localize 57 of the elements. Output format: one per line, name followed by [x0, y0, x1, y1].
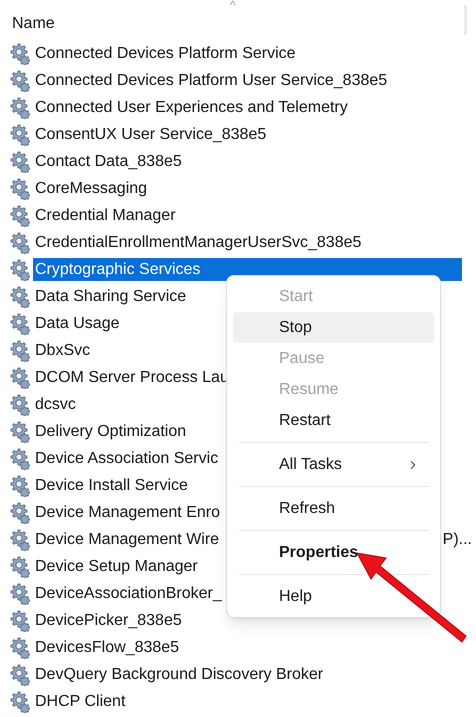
service-name[interactable]: Device Association Servic [33, 447, 218, 470]
gears-icon [9, 124, 31, 146]
service-name-end: P)... [442, 530, 472, 550]
gears-icon [9, 178, 31, 200]
service-name[interactable]: Credential Manager [33, 204, 176, 227]
gears-icon [9, 582, 31, 604]
menu-item[interactable]: Properties [233, 537, 434, 568]
service-name[interactable]: Device Install Service [33, 474, 188, 497]
gears-icon [9, 42, 31, 64]
menu-item[interactable]: Help [233, 581, 434, 612]
gears-icon [9, 690, 31, 712]
gears-icon [9, 610, 31, 632]
service-name[interactable]: Device Setup Manager [33, 555, 198, 578]
menu-item[interactable]: Restart [233, 405, 434, 436]
service-name[interactable]: DbxSvc [33, 339, 90, 362]
gears-icon [9, 664, 31, 686]
service-name[interactable]: Device Management Wire [33, 528, 220, 551]
gears-icon [9, 150, 31, 172]
gears-icon [9, 286, 31, 308]
gears-icon [9, 366, 31, 388]
column-header[interactable]: Name [12, 12, 55, 36]
service-name[interactable]: DevQuery Background Discovery Broker [33, 663, 324, 686]
gears-icon [9, 232, 31, 254]
gears-icon [9, 420, 31, 442]
service-name[interactable]: Connected Devices Platform User Service_838e5 [33, 69, 388, 92]
service-name[interactable]: DevicePicker_838e5 [33, 609, 182, 632]
gears-icon [9, 448, 31, 470]
service-name[interactable]: ConsentUX User Service_838e5 [33, 123, 266, 146]
service-name[interactable]: CredentialEnrollmentManagerUserSvc_838e5 [33, 231, 362, 254]
menu-item[interactable]: All Tasks [233, 449, 434, 480]
gears-icon [9, 528, 31, 550]
service-name[interactable]: DevicesFlow_838e5 [33, 636, 180, 659]
gears-icon [9, 502, 31, 524]
service-name[interactable]: DHCP Client [33, 690, 126, 713]
gears-icon [9, 312, 31, 334]
sort-indicator: ^ [230, 0, 236, 14]
gears-icon [9, 96, 31, 118]
service-name[interactable]: Delivery Optimization [33, 420, 186, 443]
menu-item[interactable]: Stop [233, 312, 434, 343]
menu-item[interactable]: Refresh [233, 493, 434, 524]
gears-icon [9, 394, 31, 416]
gears-icon [9, 204, 31, 226]
gears-icon [9, 70, 31, 92]
service-name[interactable]: CoreMessaging [33, 177, 148, 200]
service-name[interactable]: Data Sharing Service [33, 285, 186, 308]
service-name[interactable]: DeviceAssociationBroker_ [33, 582, 222, 605]
service-name[interactable]: Contact Data_838e5 [33, 150, 182, 173]
gears-icon [9, 340, 31, 362]
gears-icon [9, 556, 31, 578]
service-name[interactable]: Data Usage [33, 312, 120, 335]
service-name[interactable]: dcsvc [33, 393, 76, 416]
gears-icon [9, 258, 31, 280]
service-name[interactable]: Connected Devices Platform Service [33, 42, 296, 65]
service-name[interactable]: Connected User Experiences and Telemetry [33, 96, 348, 119]
service-name[interactable]: Device Management Enro [33, 501, 220, 524]
gears-icon [9, 474, 31, 496]
gears-icon [9, 636, 31, 658]
